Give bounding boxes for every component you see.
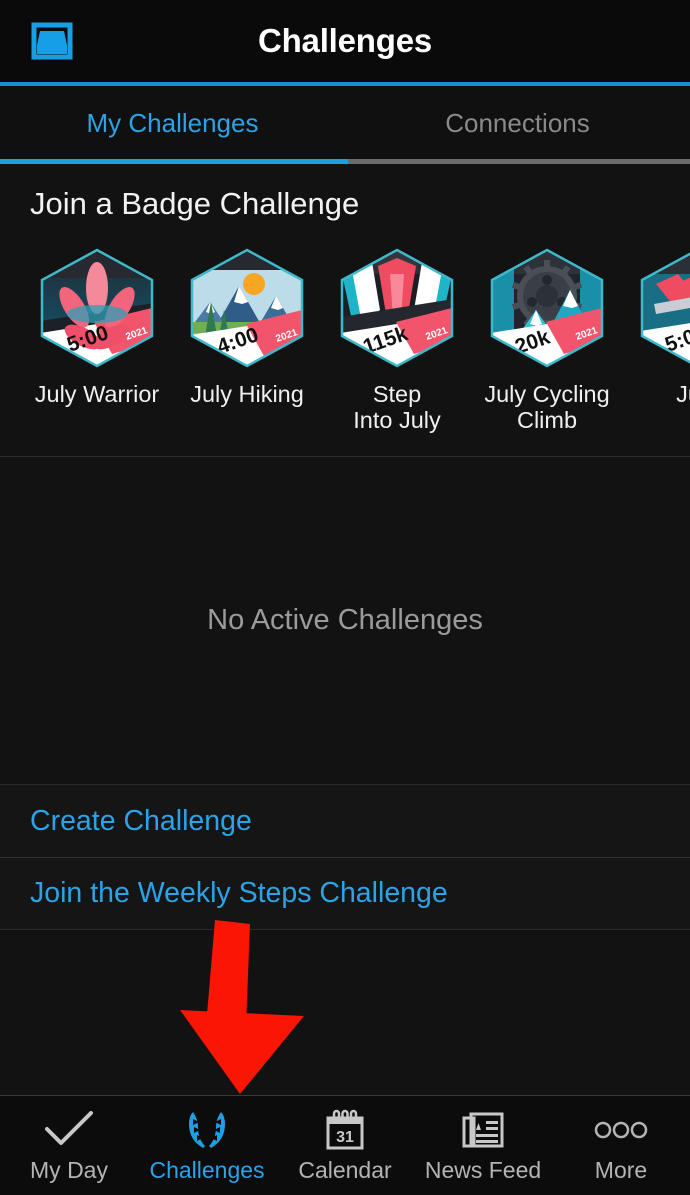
action-links: Create Challenge Join the Weekly Steps C… bbox=[0, 785, 690, 929]
bottom-navigation: My Day Challenges 31 Calendar News Feed … bbox=[0, 1095, 690, 1195]
tab-connections[interactable]: Connections bbox=[345, 86, 690, 164]
nav-item-calendar[interactable]: 31 Calendar bbox=[276, 1096, 414, 1195]
badge-label: July Warrior bbox=[34, 381, 160, 407]
app-header: Challenges bbox=[0, 0, 690, 82]
chainring-mountain-badge-icon: 20k 2021 bbox=[484, 244, 610, 372]
create-challenge-row[interactable]: Create Challenge bbox=[0, 785, 690, 857]
badge-section-title: Join a Badge Challenge bbox=[30, 186, 360, 221]
badge-label: Step Into July bbox=[353, 381, 441, 434]
red-down-arrow-annotation bbox=[180, 920, 304, 1094]
nav-item-more[interactable]: More bbox=[552, 1096, 690, 1195]
checkmark-icon bbox=[44, 1108, 94, 1152]
mountain-sunrise-badge-icon: 4:00 2021 bbox=[184, 244, 310, 372]
badge-card-step-into-july[interactable]: 115k 2021 Step Into July bbox=[322, 244, 472, 434]
tab-active-indicator bbox=[0, 159, 348, 164]
page-title: Challenges bbox=[257, 22, 433, 59]
nav-item-news-feed[interactable]: News Feed bbox=[414, 1096, 552, 1195]
arrow-chevron-badge-icon: 115k 2021 bbox=[334, 244, 460, 372]
create-challenge-link[interactable]: Create Challenge bbox=[30, 805, 252, 838]
badge-label: July Hiking bbox=[190, 381, 304, 407]
nav-label: My Day bbox=[30, 1156, 108, 1183]
nav-label: Calendar bbox=[298, 1156, 392, 1183]
tab-bar: My Challenges Connections bbox=[0, 86, 690, 164]
empty-state-message: No Active Challenges bbox=[207, 604, 483, 636]
badge-challenge-section: Join a Badge Challenge 5:00 2021 July Wa… bbox=[0, 164, 690, 457]
ellipsis-icon bbox=[594, 1108, 648, 1152]
svg-text:31: 31 bbox=[336, 1129, 354, 1146]
nav-label: More bbox=[594, 1156, 648, 1183]
lotus-flower-badge-icon: 5:00 2021 bbox=[34, 244, 160, 372]
inbox-tray-icon[interactable] bbox=[26, 18, 78, 64]
nav-label: Challenges bbox=[149, 1156, 265, 1183]
calendar-31-icon: 31 bbox=[323, 1108, 367, 1152]
nav-item-my-day[interactable]: My Day bbox=[0, 1096, 138, 1195]
badge-card-july-partial[interactable]: 5:00 July bbox=[622, 244, 690, 407]
join-weekly-steps-row[interactable]: Join the Weekly Steps Challenge bbox=[0, 857, 690, 929]
badge-card-july-warrior[interactable]: 5:00 2021 July Warrior bbox=[22, 244, 172, 407]
annotation-area bbox=[0, 920, 690, 1095]
nav-item-challenges[interactable]: Challenges bbox=[138, 1096, 276, 1195]
join-weekly-steps-link[interactable]: Join the Weekly Steps Challenge bbox=[30, 877, 448, 910]
chevron-stack-badge-icon: 5:00 bbox=[634, 244, 690, 372]
badge-label: July Cycling Climb bbox=[484, 381, 610, 434]
badge-card-july-hiking[interactable]: 4:00 2021 July Hiking bbox=[172, 244, 322, 407]
badge-carousel[interactable]: 5:00 2021 July Warrior 4:00 2021 July Hi… bbox=[0, 244, 690, 444]
nav-label: News Feed bbox=[424, 1156, 542, 1183]
tab-my-challenges[interactable]: My Challenges bbox=[0, 86, 345, 164]
laurel-wreath-icon bbox=[184, 1108, 230, 1152]
app-root: Challenges My Challenges Connections Joi… bbox=[0, 0, 690, 1195]
newspaper-icon bbox=[461, 1108, 505, 1152]
empty-state-area: No Active Challenges bbox=[0, 457, 690, 785]
badge-label: July bbox=[676, 381, 690, 407]
badge-card-july-cycling-climb[interactable]: 20k 2021 July Cycling Climb bbox=[472, 244, 622, 434]
